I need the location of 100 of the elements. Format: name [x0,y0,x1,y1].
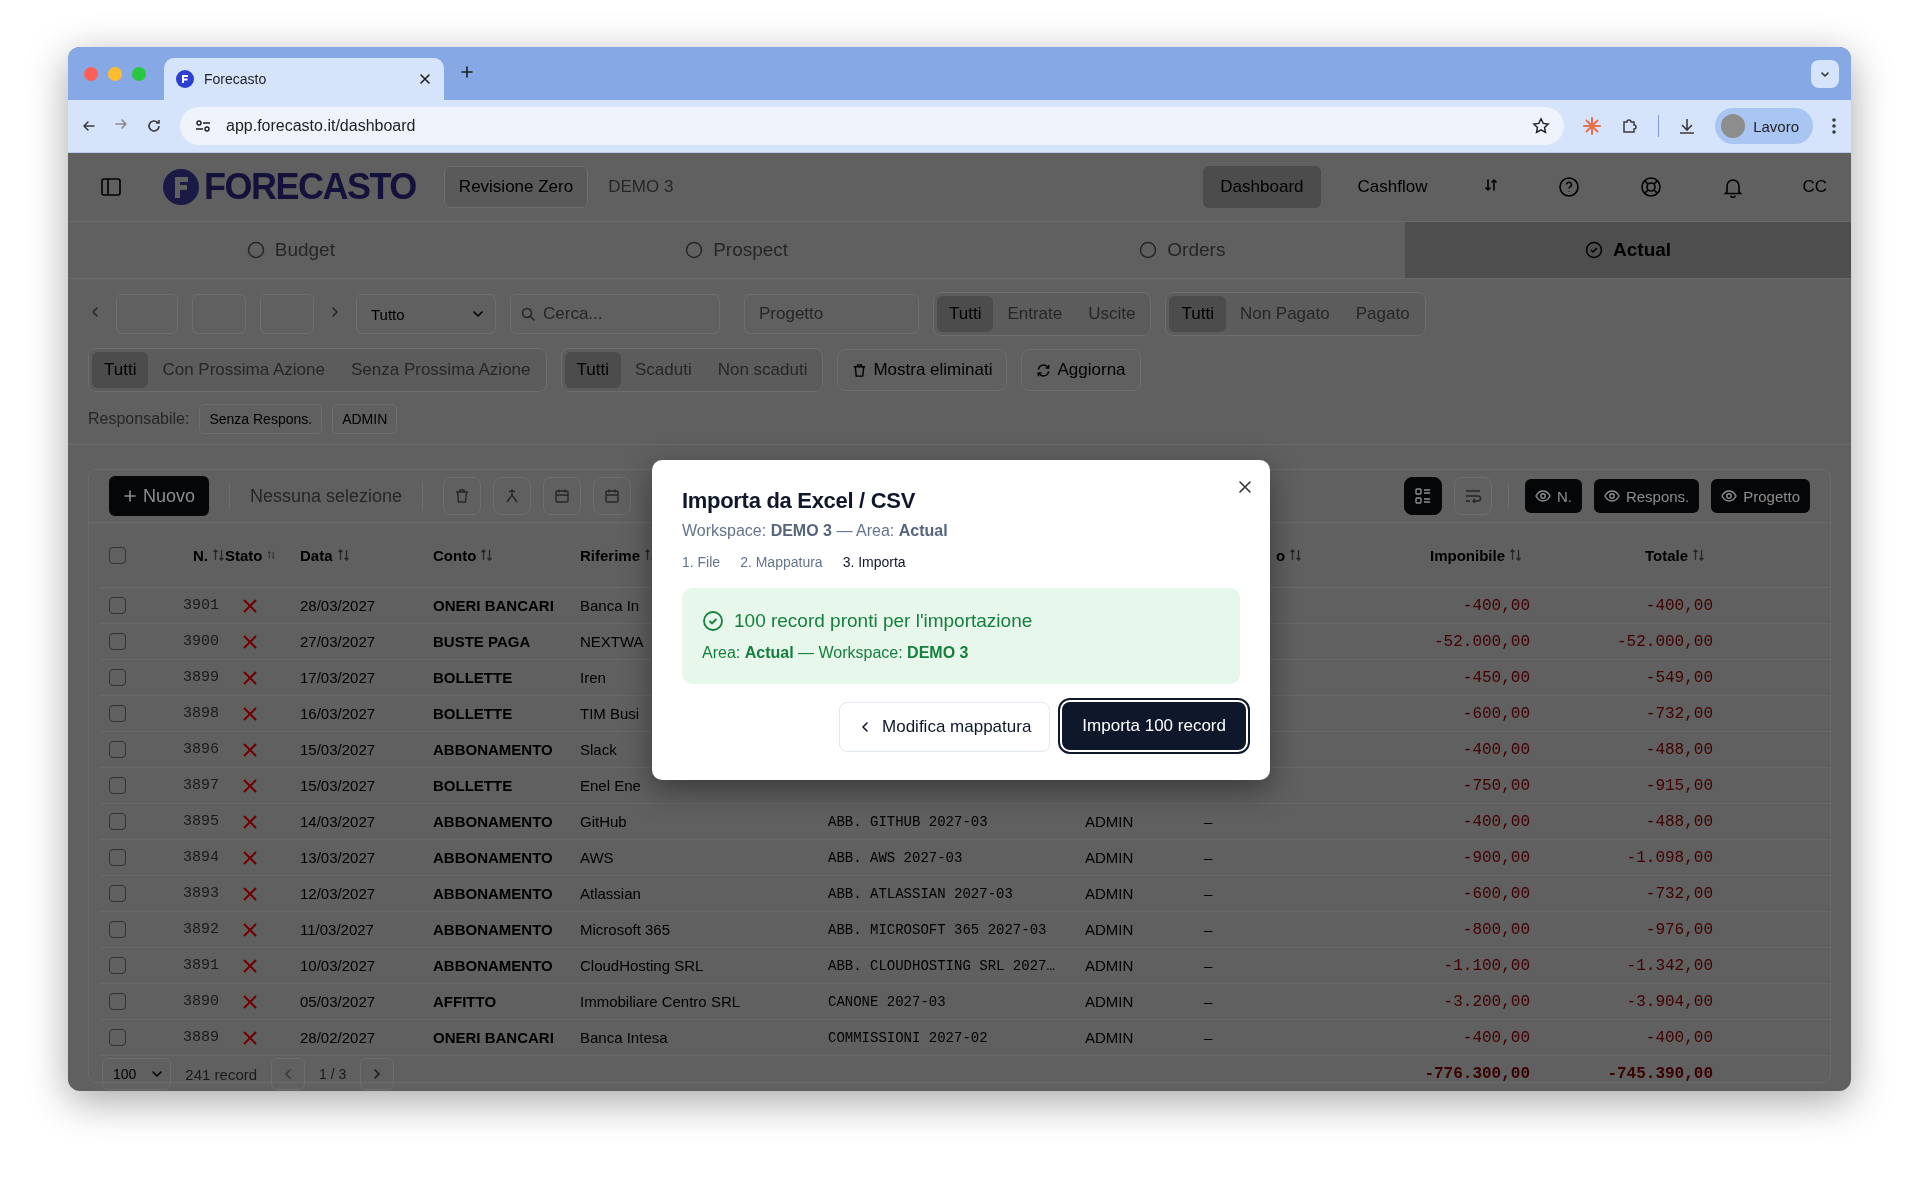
zoom-window-button[interactable] [132,66,146,81]
sidebar-toggle-icon[interactable] [100,176,122,198]
merge-button[interactable] [493,477,532,515]
amount-cell: -600,00 [1462,884,1530,903]
nav-link[interactable]: Dashboard [1203,166,1321,208]
row-checkbox[interactable] [109,741,126,758]
browser-tab[interactable]: Forecasto [164,58,444,100]
sort-icon [1692,548,1705,562]
column-header[interactable]: Imponibile [1430,546,1505,564]
row-checkbox[interactable] [109,921,126,938]
owner-cell: ADMIN [1085,813,1134,830]
owner-chip[interactable]: Senza Respons. [199,404,323,434]
edit-mapping-button[interactable]: Modifica mappatura [839,702,1051,752]
row-checkbox[interactable] [109,633,126,650]
address-bar[interactable]: app.forecasto.it/dashboard [180,107,1565,145]
area-tab[interactable]: Actual [1405,222,1851,278]
project-field[interactable]: Progetto [744,294,919,334]
amount-cell: -400,00 [1462,740,1530,759]
minimize-window-button[interactable] [108,66,122,81]
delete-button[interactable] [443,477,482,515]
column-toggle[interactable]: Progetto [1711,479,1810,513]
column-header[interactable]: Totale [1644,546,1688,564]
plus-icon [123,489,137,503]
view-toggle[interactable] [1453,477,1492,515]
date-cell: 13/03/2027 [300,849,376,866]
row-checkbox[interactable] [109,705,126,722]
tab-title: Forecasto [204,71,268,87]
close-window-button[interactable] [84,66,98,81]
refresh-button[interactable]: Aggiorna [1021,349,1141,391]
row-checkbox[interactable] [109,777,126,794]
account-cell: BOLLETTE [433,669,513,686]
filter-toggle[interactable]: Tutti [937,296,994,332]
row-checkbox[interactable] [109,1029,126,1046]
star-icon[interactable] [1532,117,1551,135]
account-cell: ABBONAMENTO [433,921,553,938]
workspace-button[interactable]: Revisione Zero [443,166,589,208]
row-checkbox[interactable] [109,813,126,830]
filter-toggle[interactable]: Tutti [92,352,149,388]
date-cell: 12/03/2027 [300,885,376,902]
amount-cell: -400,00 [1462,812,1530,831]
step-indicator: 3. Importa [842,554,906,570]
sort-icon [1509,548,1522,562]
calendar-button[interactable] [593,477,632,515]
amount-cell: -488,00 [1645,812,1713,831]
view-toggle[interactable] [1403,477,1442,515]
select-all-checkbox[interactable] [109,546,126,564]
amount-cell: -549,00 [1645,668,1713,687]
area-tab[interactable]: Prospect [513,222,960,278]
row-checkbox[interactable] [109,597,126,614]
column-header[interactable]: N. [193,546,208,564]
column-toggle[interactable]: N. [1524,479,1582,513]
calendar-button[interactable] [543,477,582,515]
profile-button[interactable]: Lavoro [1715,108,1813,144]
amount-cell: -400,00 [1462,596,1530,615]
owner-chip[interactable]: ADMIN [332,404,398,434]
area-tab[interactable]: Budget [68,222,514,278]
row-checkbox[interactable] [109,849,126,866]
type-select[interactable]: Tutto [356,294,496,334]
owner-cell: ADMIN [1085,849,1134,866]
column-header[interactable]: Riferime [580,546,641,564]
reference-cell: Iren [580,669,606,686]
show-deleted-button[interactable]: Mostra eliminati [837,349,1008,391]
amount-cell: -915,00 [1645,776,1713,795]
next-page-button[interactable] [360,1058,395,1090]
row-number: 3895 [183,813,219,830]
reload-icon[interactable] [146,118,162,134]
bell-icon[interactable] [1722,176,1745,198]
user-initials[interactable]: CC [1802,177,1827,197]
area-tab[interactable]: Orders [959,222,1406,278]
row-checkbox[interactable] [109,957,126,974]
tab-search-button[interactable] [1811,59,1839,88]
previous-page-button[interactable] [271,1058,306,1090]
amount-cell: -3.200,00 [1443,992,1530,1011]
filter-toggle[interactable]: Tutti [564,352,621,388]
account-cell: ABBONAMENTO [433,813,553,830]
dialog-subtitle: Workspace: DEMO 3 — Area: Actual [682,522,949,540]
sparkle-extension-icon[interactable] [1582,116,1603,136]
search-field[interactable]: Cerca... [510,294,720,334]
date-cell: 15/03/2027 [300,777,376,794]
filter-toggle[interactable]: Tutti [1169,296,1226,332]
site-settings-icon [194,117,212,135]
page-size-select[interactable]: 100 [102,1058,172,1090]
help-icon[interactable] [1558,176,1581,198]
amount-cell: -732,00 [1645,704,1713,723]
amount-cell: -1.342,00 [1626,956,1713,975]
back-icon [82,119,96,133]
column-header[interactable]: o [1276,546,1286,564]
row-checkbox[interactable] [109,993,126,1010]
row-checkbox[interactable] [109,669,126,686]
menu-icon[interactable] [1831,116,1837,136]
reference-cell: NEXTWA [580,633,644,650]
column-toggle[interactable]: Respons. [1593,479,1700,513]
column-header[interactable]: Conto [433,546,477,564]
lifebuoy-icon[interactable] [1640,176,1663,198]
project-cell: – [1204,849,1213,866]
new-button[interactable]: Nuovo [109,476,210,516]
column-header[interactable]: Stato [225,546,263,564]
row-checkbox[interactable] [109,885,126,902]
nav-link[interactable]: Cashflow [1340,166,1445,208]
column-header[interactable]: Data [300,546,333,564]
